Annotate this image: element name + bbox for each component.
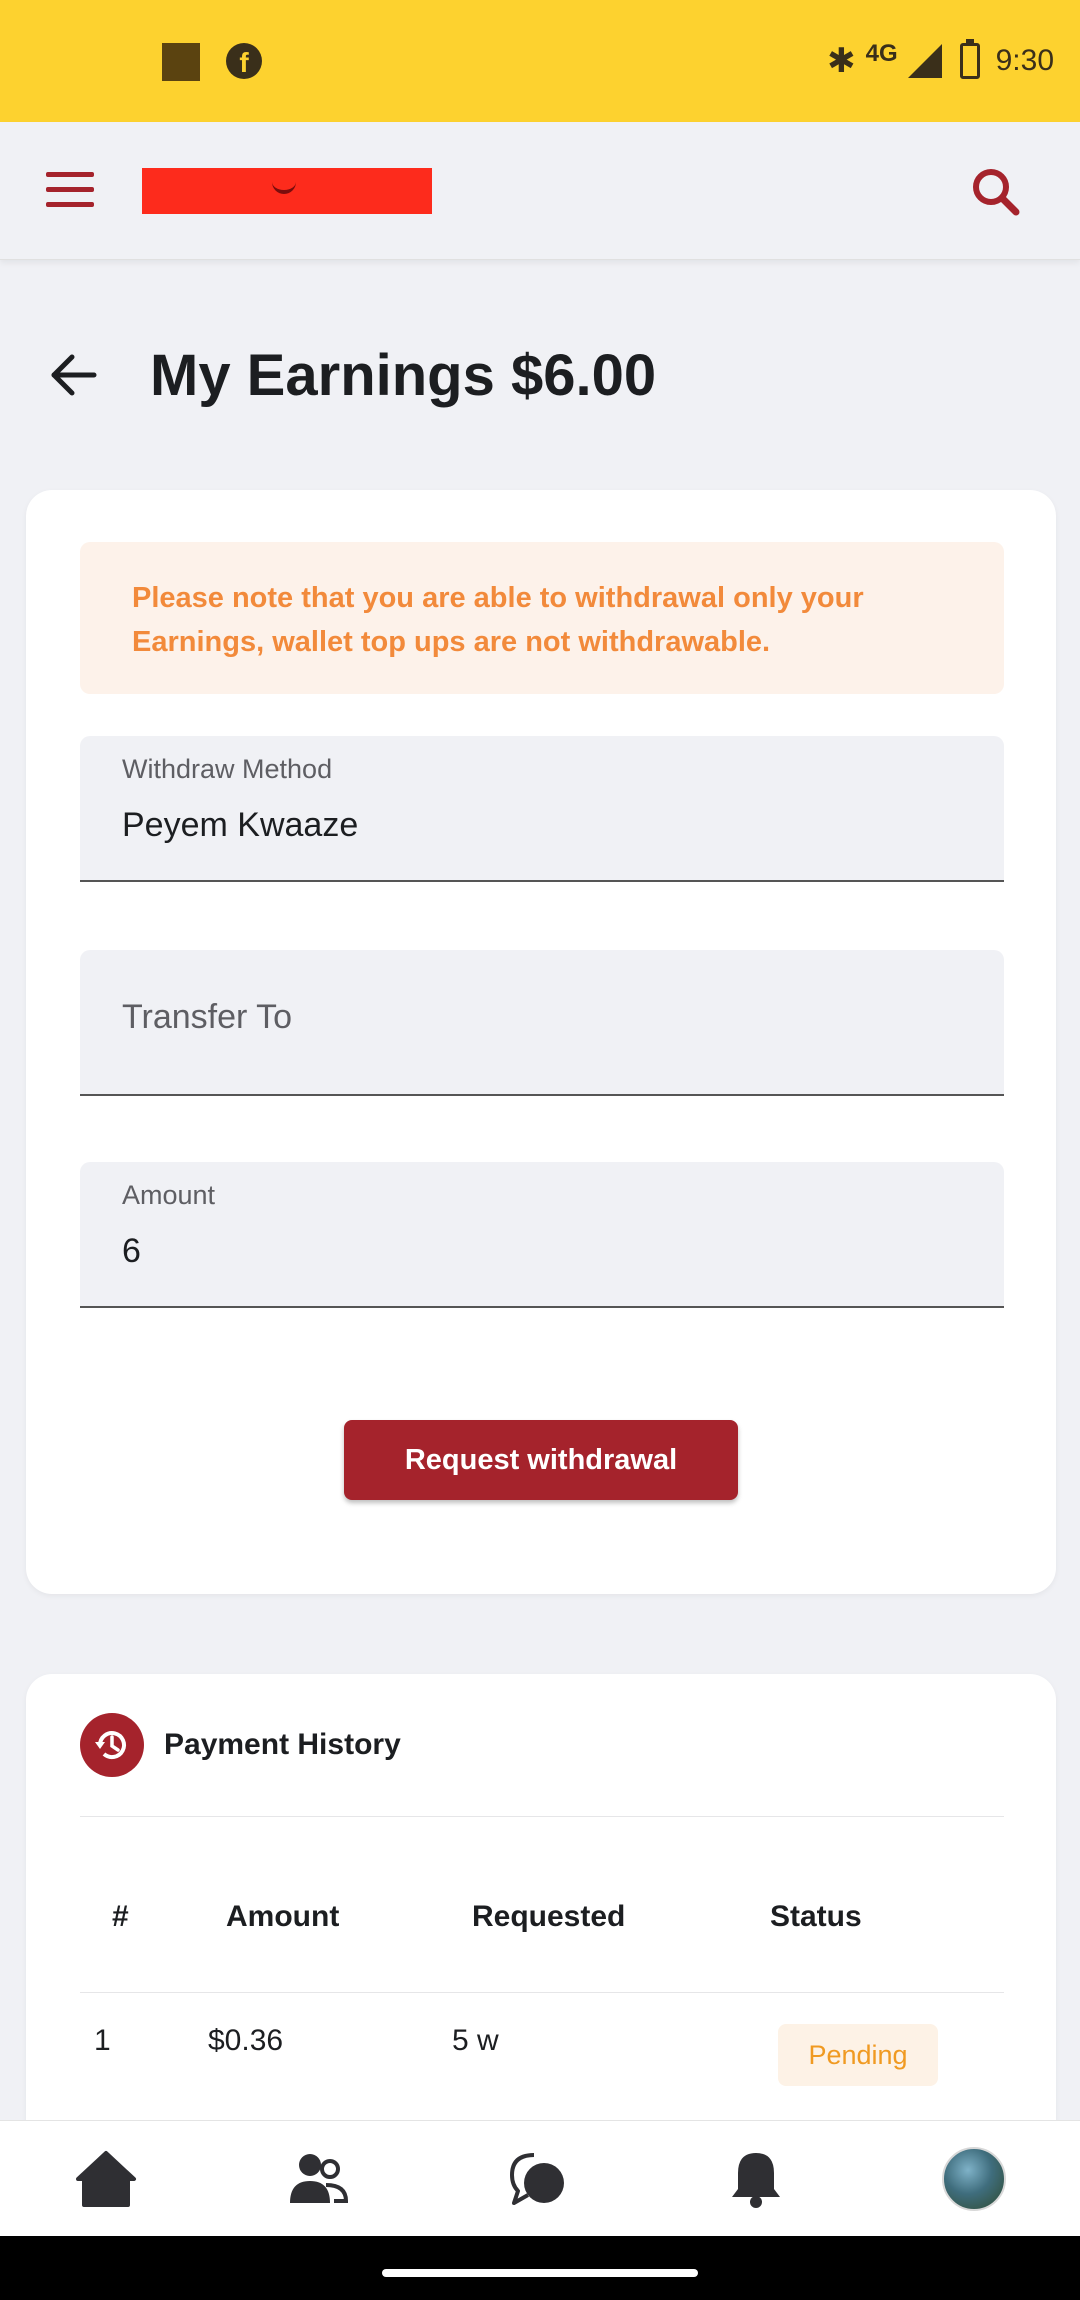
status-bar: f ✱ 4G 9:30 [0,0,1080,122]
amount-label: Amount [122,1180,216,1210]
row-requested: 5 w [452,2024,499,2057]
transfer-to-placeholder: Transfer To [122,998,293,1036]
notification-square-icon [162,43,200,81]
app-bar [0,122,1080,260]
avatar [942,2147,1006,2211]
brand-logo[interactable] [142,168,432,214]
withdraw-method-select[interactable]: Withdraw Method Peyem Kwaaze [80,736,1004,882]
notifications-icon[interactable] [718,2143,794,2215]
network-type: 4G [865,40,898,67]
hamburger-icon[interactable] [46,172,94,210]
page-title: My Earnings $6.00 [150,343,657,408]
status-badge: Pending [778,2024,938,2086]
column-header-status: Status [770,1900,862,1933]
withdraw-method-value: Peyem Kwaaze [122,806,359,844]
payment-history-title: Payment History [164,1728,401,1761]
search-icon[interactable] [968,164,1024,220]
table-header: # Amount Requested Status [80,1900,1004,1960]
request-withdrawal-button[interactable]: Request withdrawal [344,1420,738,1500]
column-header-amount: Amount [226,1900,340,1933]
withdraw-method-label: Withdraw Method [122,754,333,784]
system-gesture-bar [0,2236,1080,2300]
bottom-navigation [0,2120,1080,2236]
divider [80,1992,1004,1993]
bluetooth-icon: ✱ [827,42,856,80]
home-icon[interactable] [68,2143,144,2215]
withdrawal-notice: Please note that you are able to withdra… [80,542,1004,694]
facebook-icon: f [226,43,262,79]
back-arrow-icon[interactable] [48,350,98,400]
amount-field[interactable]: Amount 6 [80,1162,1004,1308]
column-header-requested: Requested [472,1900,626,1933]
withdrawal-form-card: Please note that you are able to withdra… [26,490,1056,1594]
row-amount: $0.36 [208,2024,284,2057]
home-gesture-pill[interactable] [382,2269,698,2277]
divider [80,1816,1004,1817]
battery-icon [959,39,980,79]
amount-value: 6 [122,1232,141,1270]
transfer-to-field[interactable]: Transfer To [80,950,1004,1096]
payment-history-header: Payment History [80,1712,401,1778]
column-header-index: # [112,1900,129,1933]
messages-icon[interactable] [500,2143,576,2215]
table-row: 1 $0.36 5 w Pending [80,2024,1004,2094]
row-index: 1 [94,2024,111,2057]
status-indicators: ✱ 4G 9:30 [827,36,1054,86]
signal-icon [907,44,942,78]
history-icon [80,1713,144,1777]
profile-avatar[interactable] [936,2143,1012,2215]
friends-icon[interactable] [280,2143,356,2215]
clock: 9:30 [995,44,1054,77]
